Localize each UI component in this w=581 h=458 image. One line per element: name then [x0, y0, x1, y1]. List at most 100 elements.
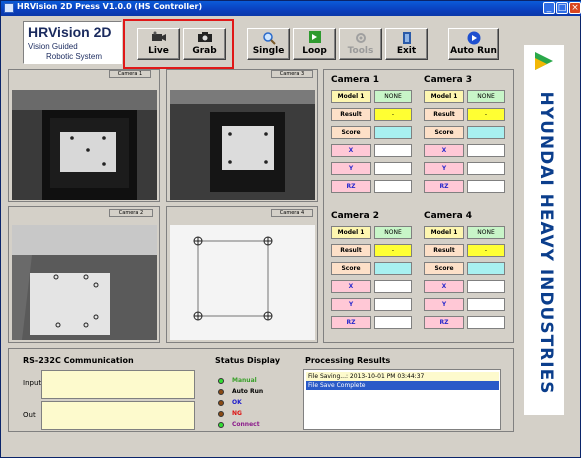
- rs232-title: RS-232C Communication: [23, 356, 134, 365]
- score-label: Score: [331, 126, 371, 139]
- model-label: Model 1: [424, 226, 464, 239]
- rz-label: RZ: [331, 180, 371, 193]
- close-button[interactable]: ×: [569, 2, 581, 14]
- camera-4-image[interactable]: [170, 225, 315, 340]
- result-value: -: [467, 108, 505, 121]
- camera-1-results-title: Camera 1: [331, 75, 380, 85]
- brand-text: HYUNDAI HEAVY INDUSTRIES: [536, 91, 556, 395]
- result-value: -: [374, 244, 412, 257]
- processing-line: File Save Complete: [306, 381, 499, 390]
- score-label: Score: [424, 126, 464, 139]
- logo-subtitle-2: Robotic System: [46, 52, 103, 61]
- y-value: [467, 162, 505, 175]
- camera-1-label: Camera 1: [109, 70, 151, 78]
- x-label: X: [424, 144, 464, 157]
- status-item-label: Manual: [232, 377, 257, 384]
- status-item-label: Connect: [232, 421, 260, 428]
- rs232-output-field[interactable]: [41, 401, 195, 430]
- score-label: Score: [424, 262, 464, 275]
- rz-value: [467, 316, 505, 329]
- status-item-label: Auto Run: [232, 388, 264, 395]
- model-value: NONE: [467, 90, 505, 103]
- rz-value: [374, 316, 412, 329]
- result-label: Result: [331, 244, 371, 257]
- x-value: [374, 144, 412, 157]
- brand-text-wrap: HYUNDAI HEAVY INDUSTRIES: [532, 75, 556, 410]
- exit-label: Exit: [396, 46, 417, 56]
- y-label: Y: [424, 162, 464, 175]
- camera-4-panel: Camera 4: [166, 206, 318, 343]
- auto-run-button[interactable]: Auto Run: [448, 28, 499, 60]
- camera-3-label: Camera 3: [271, 70, 313, 78]
- camera-2-label: Camera 2: [109, 209, 153, 217]
- rz-label: RZ: [331, 316, 371, 329]
- processing-results-list[interactable]: File Saving...: 2013-10-01 PM 03:44:37 F…: [303, 369, 501, 430]
- single-button[interactable]: Single: [247, 28, 290, 60]
- result-label: Result: [331, 108, 371, 121]
- x-label: X: [331, 144, 371, 157]
- tools-button[interactable]: Tools: [339, 28, 382, 60]
- model-value: NONE: [374, 90, 412, 103]
- camera-3-panel: Camera 3: [166, 69, 318, 202]
- status-item-label: NG: [232, 410, 242, 417]
- rz-label: RZ: [424, 316, 464, 329]
- status-item-label: OK: [232, 399, 242, 406]
- camera-4-label: Camera 4: [271, 209, 313, 217]
- result-label: Result: [424, 244, 464, 257]
- camera-1-image[interactable]: [12, 90, 157, 200]
- model-label: Model 1: [331, 226, 371, 239]
- x-value: [467, 280, 505, 293]
- camera-2-panel: Camera 2: [8, 206, 160, 343]
- x-value: [467, 144, 505, 157]
- score-value: [467, 126, 505, 139]
- magnifier-icon: [261, 31, 277, 45]
- camera-2-results-title: Camera 2: [331, 211, 380, 221]
- score-value: [467, 262, 505, 275]
- rs232-input-label: Input: [23, 379, 42, 387]
- title-bar[interactable]: HRVision 2D Press V1.0.0 (HS Controller)…: [1, 1, 581, 16]
- y-label: Y: [424, 298, 464, 311]
- model-value: NONE: [467, 226, 505, 239]
- auto-run-label: Auto Run: [450, 46, 497, 56]
- y-value: [467, 298, 505, 311]
- exit-button[interactable]: Exit: [385, 28, 428, 60]
- camera-3-results-title: Camera 3: [424, 75, 473, 85]
- logo-subtitle-1: Vision Guided: [28, 42, 78, 51]
- rs232-input-field[interactable]: [41, 370, 195, 399]
- brand-logo-icon: [533, 50, 555, 72]
- play-icon: [466, 31, 482, 45]
- loop-button[interactable]: Loop: [293, 28, 336, 60]
- tools-label: Tools: [347, 46, 374, 56]
- model-value: NONE: [374, 226, 412, 239]
- camera-3-image[interactable]: [170, 90, 315, 200]
- status-led-icon: [218, 400, 224, 406]
- application-window: HRVision 2D Press V1.0.0 (HS Controller)…: [0, 0, 581, 458]
- highlight-box: [123, 19, 234, 69]
- result-label: Result: [424, 108, 464, 121]
- model-label: Model 1: [331, 90, 371, 103]
- exit-door-icon: [399, 31, 415, 45]
- y-label: Y: [331, 162, 371, 175]
- single-label: Single: [252, 46, 285, 56]
- loop-label: Loop: [302, 46, 327, 56]
- score-label: Score: [331, 262, 371, 275]
- rz-value: [467, 180, 505, 193]
- processing-title: Processing Results: [305, 356, 391, 365]
- x-value: [374, 280, 412, 293]
- brand-banner: HYUNDAI HEAVY INDUSTRIES: [524, 45, 564, 415]
- x-label: X: [331, 280, 371, 293]
- minimize-button[interactable]: _: [543, 2, 555, 14]
- processing-line: File Saving...: 2013-10-01 PM 03:44:37: [306, 372, 499, 381]
- result-value: -: [374, 108, 412, 121]
- camera-2-image[interactable]: [12, 225, 157, 340]
- x-label: X: [424, 280, 464, 293]
- y-label: Y: [331, 298, 371, 311]
- y-value: [374, 298, 412, 311]
- status-led-icon: [218, 378, 224, 384]
- status-led-icon: [218, 411, 224, 417]
- camera-4-results-title: Camera 4: [424, 211, 473, 221]
- maximize-button[interactable]: □: [556, 2, 568, 14]
- rz-value: [374, 180, 412, 193]
- tools-icon: [353, 31, 369, 45]
- app-icon: [4, 3, 14, 13]
